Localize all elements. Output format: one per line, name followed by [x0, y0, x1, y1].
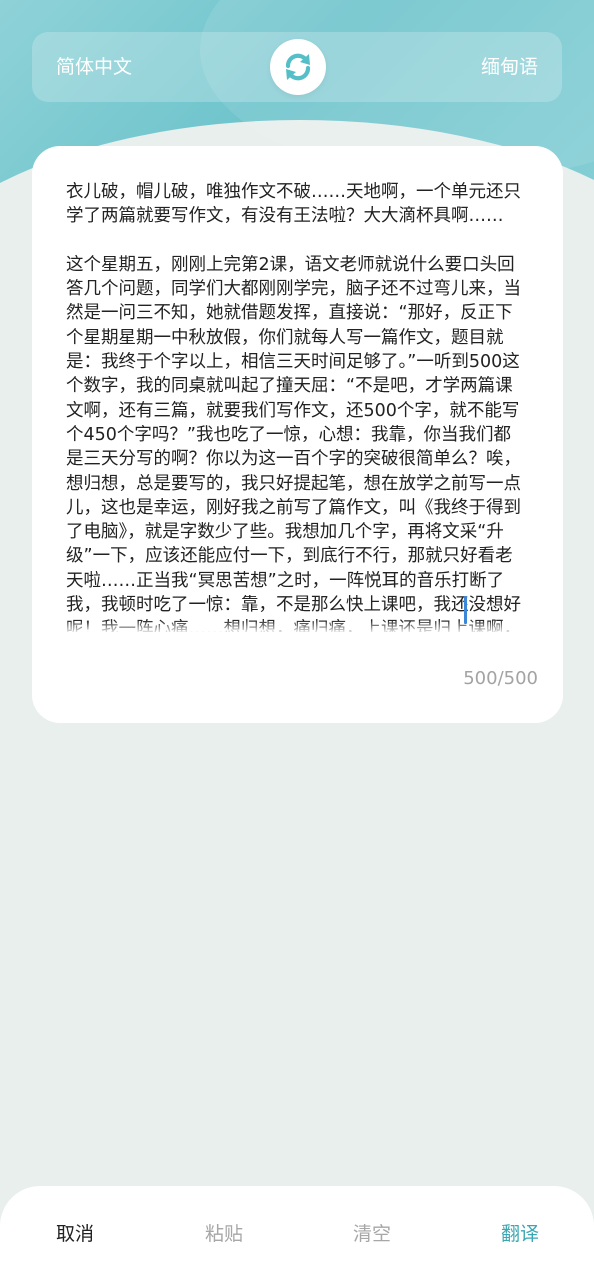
language-bar: 简体中文 缅甸语	[32, 32, 562, 102]
input-card: 衣儿破，帽儿破，唯独作文不破……天地啊，一个单元还只学了两篇就要写作文，有没有王…	[32, 146, 563, 723]
character-counter: 500/500	[463, 668, 538, 689]
text-fade-overlay	[66, 620, 526, 634]
source-language-button[interactable]: 简体中文	[56, 32, 132, 102]
swap-refresh-icon	[285, 53, 311, 81]
clear-button[interactable]: 清空	[353, 1222, 391, 1246]
text-cursor-handle[interactable]	[464, 596, 467, 624]
source-text-input[interactable]: 衣儿破，帽儿破，唯独作文不破……天地啊，一个单元还只学了两篇就要写作文，有没有王…	[66, 180, 526, 632]
target-language-button[interactable]: 缅甸语	[481, 32, 538, 102]
bottom-action-bar: 取消 粘贴 清空 翻译	[0, 1186, 594, 1280]
cancel-button[interactable]: 取消	[56, 1222, 94, 1246]
paste-button[interactable]: 粘贴	[205, 1222, 243, 1246]
translate-button[interactable]: 翻译	[501, 1222, 539, 1246]
swap-languages-button[interactable]	[270, 39, 326, 95]
